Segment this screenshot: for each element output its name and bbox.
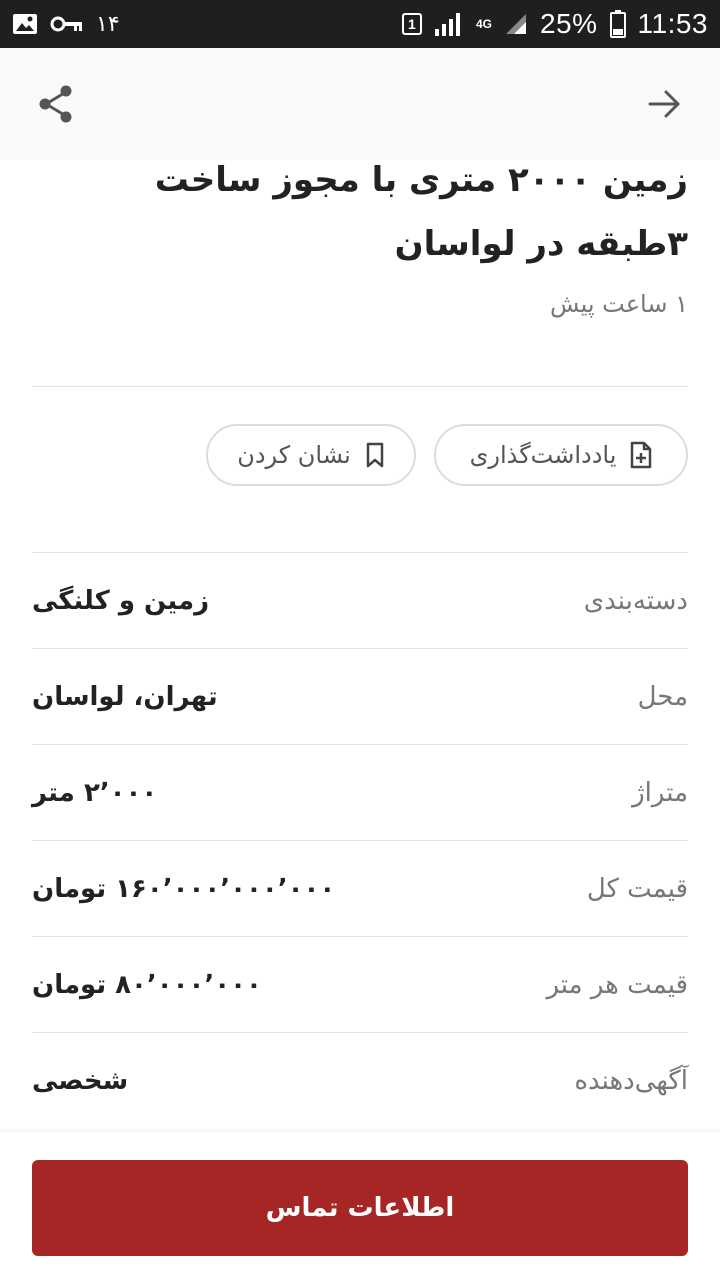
battery-percent: 25% [539, 8, 598, 39]
detail-label: محل [637, 681, 688, 712]
detail-label: متراژ [632, 777, 688, 808]
image-icon [13, 14, 37, 34]
detail-row-total-price: قیمت کل ۱۶۰٬۰۰۰٬۰۰۰٬۰۰۰ تومان [32, 840, 688, 936]
arrow-right-icon[interactable] [644, 84, 684, 124]
status-bar-right: 1 4G 25% 11:53 [401, 8, 708, 40]
bookmark-label: نشان کردن [237, 441, 351, 469]
cell-signal-icon [505, 14, 526, 34]
add-note-button[interactable]: یادداشت‌گذاری [434, 424, 688, 486]
detail-row-price-per-meter: قیمت هر متر ۸۰٬۰۰۰٬۰۰۰ تومان [32, 936, 688, 1032]
battery-icon [609, 10, 626, 38]
status-bar: ۱۴ 1 4G 25% 11:53 [0, 0, 720, 48]
detail-label: دسته‌بندی [583, 585, 688, 616]
signal-icon [434, 13, 460, 36]
detail-value: ۲٬۰۰۰ متر [32, 777, 158, 808]
clock: 11:53 [637, 8, 708, 39]
share-icon[interactable] [34, 82, 78, 126]
posted-time: ۱ ساعت پیش [550, 290, 688, 318]
detail-label: قیمت کل [586, 873, 688, 904]
notification-count: ۱۴ [96, 11, 120, 36]
detail-row-location: محل تهران، لواسان [32, 648, 688, 744]
app-header [0, 48, 720, 160]
bookmark-icon [366, 442, 384, 468]
detail-label: آگهی‌دهنده [574, 1065, 688, 1096]
detail-label: قیمت هر متر [546, 969, 688, 1000]
detail-value: ۱۶۰٬۰۰۰٬۰۰۰٬۰۰۰ تومان [32, 873, 336, 904]
detail-row-area: متراژ ۲٬۰۰۰ متر [32, 744, 688, 840]
detail-value: زمین و کلنگی [32, 585, 210, 616]
listing-title: زمین ۲۰۰۰ متری با مجوز ساخت ۳طبقه در لوا… [154, 160, 688, 264]
divider [32, 386, 688, 387]
detail-value: ۸۰٬۰۰۰٬۰۰۰ تومان [32, 969, 262, 1000]
detail-value: تهران، لواسان [32, 681, 218, 712]
detail-row-advertiser: آگهی‌دهنده شخصی [32, 1032, 688, 1128]
network-type: 4G [475, 17, 492, 31]
sim-icon: 1 [401, 13, 422, 35]
status-bar-left: ۱۴ [12, 11, 120, 37]
detail-value: شخصی [32, 1065, 129, 1096]
note-add-icon [631, 441, 652, 469]
add-note-label: یادداشت‌گذاری [469, 441, 617, 469]
key-icon [50, 16, 82, 32]
contact-info-button[interactable]: اطلاعات تماس [32, 1160, 688, 1256]
detail-row-category: دسته‌بندی زمین و کلنگی [32, 552, 688, 648]
bookmark-button[interactable]: نشان کردن [206, 424, 416, 486]
